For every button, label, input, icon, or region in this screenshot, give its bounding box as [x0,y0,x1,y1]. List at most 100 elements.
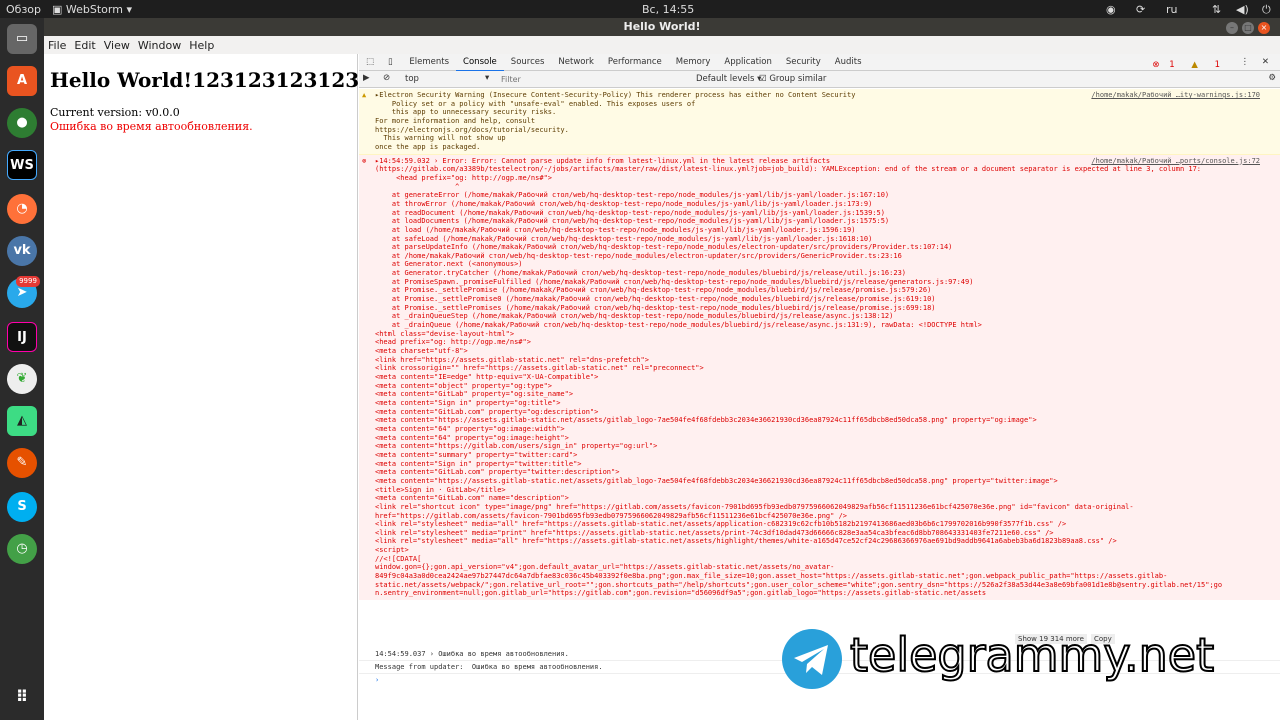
log-line: <html class="devise-layout-html"> [375,329,515,338]
console-log: ▲ /home/makak/Рабочий …ity-warnings.js:1… [359,89,1280,689]
log-line: <meta content="summary" property="twitte… [375,450,578,459]
log-line: This warning will not show up [375,134,506,143]
device-toggle-icon[interactable]: ▯ [381,54,400,70]
log-line: at throwError (/home/makak/Рабочий стол/… [375,199,873,208]
more-menu-icon[interactable]: ⋮ [1234,54,1257,70]
postman-icon[interactable]: ✎ [7,448,37,478]
devtools-tabs: ⬚ ▯ Elements Console Sources Network Performa… [359,54,1280,72]
log-line: at Promise._settlePromise (/home/makak/Р… [375,286,932,295]
tab-memory[interactable]: Memory [669,54,718,70]
log-line: <link rel="stylesheet" media="print" hre… [375,528,1054,537]
log-line: window.gon={};gon.api_version="v4";gon.d… [375,563,835,572]
skype-icon[interactable]: S [7,492,37,522]
network-icon[interactable]: ⇅ [1212,3,1221,16]
clock-app-icon[interactable]: ◷ [7,534,37,564]
log-line: <link rel="shortcut icon" type="image/pn… [375,502,1134,511]
log-line: static.net/assets/webpack/";gon.relative… [375,580,1223,589]
log-line: once the app is packaged. [375,142,481,151]
menu-view[interactable]: View [100,36,134,55]
log-line: <meta content="64" property="og:image:wi… [375,424,565,433]
overview-button[interactable]: Обзор [6,3,41,16]
tab-performance[interactable]: Performance [601,54,669,70]
inspect-icon[interactable]: ⬚ [359,54,381,70]
log-line: at PromiseSpawn._promiseFulfilled (/home… [375,277,974,286]
launcher: ▭ A ● WS ◔ vk ➤ 9999 IJ ❦ ◭ ✎ S ◷ ⠿ [0,18,44,720]
system-top-bar: Обзор ▣ WebStorm ▾ Вс, 14:55 ◉ ⟳ ru ⇅ ◀)… [0,0,1280,18]
warning-source-link[interactable]: /home/makak/Рабочий …ity-warnings.js:170 [1091,91,1260,100]
tab-network[interactable]: Network [551,54,601,70]
log-line: <meta content="https://assets.gitlab-sta… [375,476,1058,485]
tab-console[interactable]: Console [456,54,504,72]
accessibility-icon[interactable]: ◉ [1106,3,1116,16]
firefox-icon[interactable]: ◔ [7,194,37,224]
log-line: at load (/home/makak/Рабочий стол/web/hq… [375,225,856,234]
log-line: at parseUpdateInfo (/home/makak/Рабочий … [375,243,953,252]
sidebar-toggle-icon[interactable]: ▶ [363,73,370,83]
log-line: //<![CDATA[ [375,554,422,563]
update-error-text: Ошибка во время автообновления. [50,120,253,133]
volume-icon[interactable]: ◀) [1236,3,1249,16]
mongodb-icon[interactable]: ❦ [7,364,37,394]
error-source-link[interactable]: /home/makak/Рабочий …ports/console.js:72 [1091,157,1260,166]
devtools-panel: ⬚ ▯ Elements Console Sources Network Performa… [359,54,1280,720]
log-levels-label: Default levels [696,74,755,84]
language-indicator[interactable]: ru [1166,3,1178,16]
tab-application[interactable]: Application [717,54,779,70]
app-menu[interactable]: ▣ WebStorm ▾ [52,3,132,16]
sync-icon[interactable]: ⟳ [1136,3,1145,16]
webstorm-icon[interactable]: WS [7,150,37,180]
android-studio-icon[interactable]: ◭ [7,406,37,436]
tab-security[interactable]: Security [779,54,828,70]
log-line: at loadDocuments (/home/makak/Рабочий ст… [375,217,890,226]
log-line: <script> [375,546,409,555]
clear-console-icon[interactable]: ⊘ [383,73,390,83]
tab-elements[interactable]: Elements [402,54,456,70]
files-icon[interactable]: ▭ [7,24,37,54]
telegram-badge: 9999 [16,276,40,287]
power-icon[interactable]: ⏻ [1262,3,1271,17]
log-line: <meta content="https://gitlab.com/users/… [375,442,658,451]
close-devtools-icon[interactable]: ✕ [1255,54,1276,70]
context-dropdown-icon[interactable]: ▾ [485,73,489,83]
log-line: at _drainQueue (/home/makak/Рабочий стол… [375,321,982,330]
log-line: <meta content="GitLab.com" property="twi… [375,468,620,477]
log-line: <meta content="Sign in" property="twitte… [375,459,582,468]
intellij-icon[interactable]: IJ [7,322,37,352]
chrome-icon[interactable]: ● [7,108,37,138]
menu-edit[interactable]: Edit [70,36,99,55]
log-line: at /home/makak/Рабочий стол/web/hq-deskt… [375,251,902,260]
security-warning-message: ▲ /home/makak/Рабочий …ity-warnings.js:1… [359,89,1280,155]
console-toolbar: ▶ ⊘ top ▾ Default levels ▾ ☑ Group simil… [359,71,1280,88]
log-line: ^ [375,182,460,191]
warning-icon: ▲ [362,91,367,99]
show-apps-icon[interactable]: ⠿ [7,682,37,712]
log-line: href="https://gitlab.com/assets/favicon-… [375,511,848,520]
menu-window[interactable]: Window [134,36,185,55]
error-icon: ⊗ [362,156,367,165]
log-line: <head prefix="og: http://ogp.me/ns#"> [375,338,531,347]
log-levels-select[interactable]: Default levels ▾ [696,74,761,84]
log-line: <meta content="64" property="og:image:he… [375,433,569,442]
log-line: <link crossorigin="" href="https://asset… [375,364,704,373]
log-line: (https://gitlab.com/a3389b/testelectron/… [375,165,1202,174]
menu-file[interactable]: File [44,36,70,55]
minimize-button[interactable]: – [1226,22,1238,34]
log-line: at Promise._settlePromise0 (/home/makak/… [375,295,936,304]
tab-audits[interactable]: Audits [828,54,869,70]
context-select[interactable]: top [405,74,419,84]
clock[interactable]: Вс, 14:55 [642,3,694,16]
log-line: For more information and help, consult [375,116,536,125]
software-center-icon[interactable]: A [7,66,37,96]
group-similar-checkbox[interactable]: ☑ Group similar [759,74,826,84]
log-line: <meta content="GitLab" property="og:site… [375,390,574,399]
watermark-text: telegrammy.net [849,627,1215,683]
log-line: <link rel="stylesheet" media="all" href=… [375,520,1067,529]
maximize-button[interactable]: □ [1242,22,1254,34]
vk-icon[interactable]: vk [7,236,37,266]
menu-help[interactable]: Help [185,36,218,55]
log-line: 849f9c04a3a0d0cea2424ae97b27447dc64a7dbf… [375,572,1168,581]
console-settings-icon[interactable]: ⚙ [1268,73,1276,83]
console-filter-input[interactable] [501,73,691,86]
close-button[interactable]: × [1258,22,1270,34]
tab-sources[interactable]: Sources [504,54,552,70]
